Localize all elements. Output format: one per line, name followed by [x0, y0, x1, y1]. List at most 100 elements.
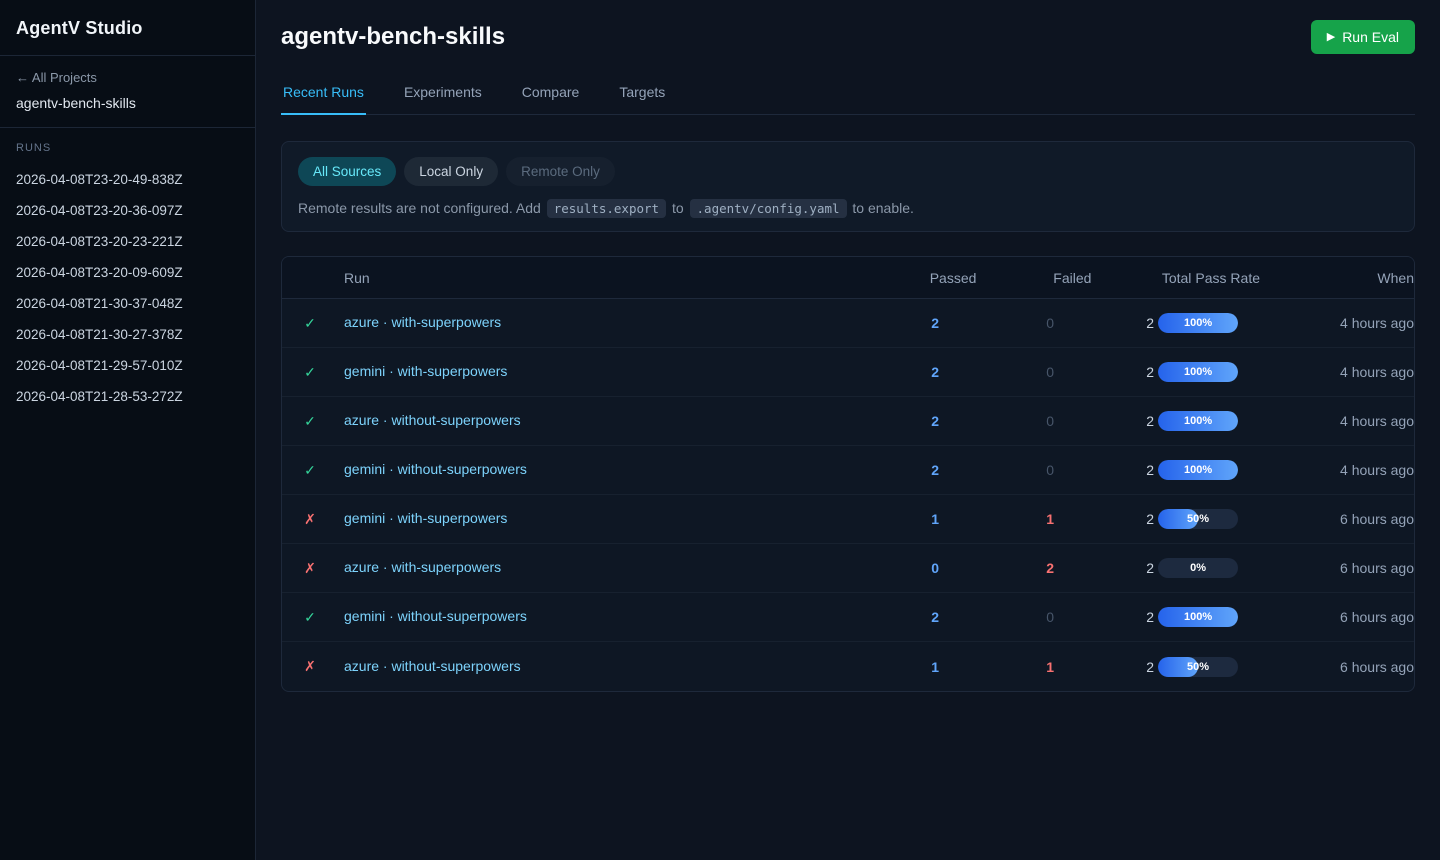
failed-cell: 0 — [939, 462, 1054, 478]
passed-cell: 2 — [839, 609, 939, 625]
project-name: agentv-bench-skills — [16, 95, 239, 111]
when-cell: 4 hours ago — [1336, 364, 1414, 380]
when-cell: 6 hours ago — [1336, 511, 1414, 527]
col-pass-rate: Pass Rate — [1191, 270, 1373, 286]
total-cell: 2 — [1054, 659, 1154, 675]
code-results-export: results.export — [547, 199, 666, 218]
sidebar-run-item[interactable]: 2026-04-08T23-20-36-097Z — [0, 195, 255, 226]
filter-pill-remote-only: Remote Only — [506, 157, 615, 186]
status-icon: ✓ — [282, 462, 338, 479]
failed-cell: 0 — [939, 364, 1054, 380]
status-icon: ✓ — [282, 609, 338, 626]
pass-rate-pill: 100% — [1158, 313, 1238, 333]
status-icon: ✗ — [282, 511, 338, 528]
tab-experiments[interactable]: Experiments — [402, 80, 484, 115]
pass-rate-pill: 50% — [1158, 509, 1238, 529]
sidebar: AgentV Studio ← All Projects agentv-benc… — [0, 0, 256, 860]
sidebar-run-item[interactable]: 2026-04-08T23-20-49-838Z — [0, 164, 255, 195]
total-cell: 2 — [1054, 511, 1154, 527]
pass-rate-label: 100% — [1158, 362, 1238, 382]
when-cell: 6 hours ago — [1336, 609, 1414, 625]
failed-cell: 0 — [939, 609, 1054, 625]
pass-rate-pill: 100% — [1158, 411, 1238, 431]
run-link[interactable]: azure · with-superpowers — [344, 314, 501, 330]
pass-rate-pill: 100% — [1158, 607, 1238, 627]
runs-table: Run Passed Failed Total Pass Rate When ✓… — [281, 256, 1415, 692]
run-link[interactable]: gemini · with-superpowers — [344, 363, 507, 379]
col-total: Total — [1091, 270, 1191, 286]
filter-pill-all-sources[interactable]: All Sources — [298, 157, 396, 186]
passed-cell: 2 — [839, 462, 939, 478]
status-icon: ✓ — [282, 315, 338, 332]
total-cell: 2 — [1054, 315, 1154, 331]
passed-cell: 2 — [839, 413, 939, 429]
pass-rate-label: 50% — [1158, 509, 1238, 529]
runs-section: RUNS 2026-04-08T23-20-49-838Z 2026-04-08… — [0, 128, 255, 412]
sidebar-run-item[interactable]: 2026-04-08T21-30-27-378Z — [0, 319, 255, 350]
all-projects-link[interactable]: ← All Projects — [16, 70, 239, 85]
run-link[interactable]: azure · with-superpowers — [344, 559, 501, 575]
col-run: Run — [338, 270, 876, 286]
total-cell: 2 — [1054, 364, 1154, 380]
main-header: agentv-bench-skills ▶ Run Eval — [281, 20, 1415, 54]
pass-rate-label: 100% — [1158, 460, 1238, 480]
sidebar-run-item[interactable]: 2026-04-08T21-28-53-272Z — [0, 381, 255, 412]
passed-cell: 2 — [839, 364, 939, 380]
play-icon: ▶ — [1327, 32, 1335, 43]
tab-recent-runs[interactable]: Recent Runs — [281, 80, 366, 115]
pass-rate-pill: 0% — [1158, 558, 1238, 578]
page-title: agentv-bench-skills — [281, 23, 505, 51]
when-cell: 4 hours ago — [1336, 315, 1414, 331]
failed-cell: 1 — [939, 659, 1054, 675]
note-text-middle: to — [672, 200, 684, 216]
col-failed: Failed — [976, 270, 1091, 286]
passed-cell: 1 — [839, 511, 939, 527]
runs-table-body: ✓ azure · with-superpowers 2 0 2 100% 4 … — [282, 299, 1414, 691]
table-row: ✗ azure · with-superpowers 0 2 2 0% 6 ho… — [282, 544, 1414, 593]
total-cell: 2 — [1054, 462, 1154, 478]
passed-cell: 0 — [839, 560, 939, 576]
run-link[interactable]: gemini · without-superpowers — [344, 461, 527, 477]
failed-cell: 1 — [939, 511, 1054, 527]
when-cell: 4 hours ago — [1336, 462, 1414, 478]
run-link[interactable]: gemini · without-superpowers — [344, 608, 527, 624]
table-row: ✓ azure · without-superpowers 2 0 2 100%… — [282, 397, 1414, 446]
run-eval-button[interactable]: ▶ Run Eval — [1311, 20, 1415, 54]
sidebar-project-section: ← All Projects agentv-bench-skills — [0, 56, 255, 128]
passed-cell: 2 — [839, 315, 939, 331]
pass-rate-label: 0% — [1158, 558, 1238, 578]
run-eval-label: Run Eval — [1342, 29, 1399, 45]
status-icon: ✗ — [282, 658, 338, 675]
run-link[interactable]: azure · without-superpowers — [344, 412, 521, 428]
sidebar-run-item[interactable]: 2026-04-08T21-30-37-048Z — [0, 288, 255, 319]
total-cell: 2 — [1054, 609, 1154, 625]
table-row: ✗ gemini · with-superpowers 1 1 2 50% 6 … — [282, 495, 1414, 544]
code-config-yaml: .agentv/config.yaml — [690, 199, 847, 218]
pass-rate-pill: 50% — [1158, 657, 1238, 677]
tab-targets[interactable]: Targets — [617, 80, 667, 115]
table-row: ✓ gemini · without-superpowers 2 0 2 100… — [282, 593, 1414, 642]
col-when: When — [1373, 270, 1414, 286]
status-icon: ✓ — [282, 364, 338, 381]
tab-compare[interactable]: Compare — [520, 80, 582, 115]
note-text-before: Remote results are not configured. Add — [298, 200, 541, 216]
total-cell: 2 — [1054, 560, 1154, 576]
sidebar-run-item[interactable]: 2026-04-08T23-20-09-609Z — [0, 257, 255, 288]
main-content: agentv-bench-skills ▶ Run Eval Recent Ru… — [256, 0, 1440, 860]
sidebar-run-item[interactable]: 2026-04-08T21-29-57-010Z — [0, 350, 255, 381]
pass-rate-label: 100% — [1158, 411, 1238, 431]
pass-rate-pill: 100% — [1158, 460, 1238, 480]
runs-list: 2026-04-08T23-20-49-838Z 2026-04-08T23-2… — [0, 164, 255, 412]
tabs: Recent Runs Experiments Compare Targets — [281, 80, 1415, 115]
table-row: ✓ gemini · with-superpowers 2 0 2 100% 4… — [282, 348, 1414, 397]
run-link[interactable]: azure · without-superpowers — [344, 658, 521, 674]
pass-rate-pill: 100% — [1158, 362, 1238, 382]
status-icon: ✗ — [282, 560, 338, 577]
passed-cell: 1 — [839, 659, 939, 675]
run-link[interactable]: gemini · with-superpowers — [344, 510, 507, 526]
filter-pill-local-only[interactable]: Local Only — [404, 157, 498, 186]
failed-cell: 0 — [939, 315, 1054, 331]
col-passed: Passed — [876, 270, 976, 286]
table-header-row: Run Passed Failed Total Pass Rate When — [282, 257, 1414, 299]
sidebar-run-item[interactable]: 2026-04-08T23-20-23-221Z — [0, 226, 255, 257]
